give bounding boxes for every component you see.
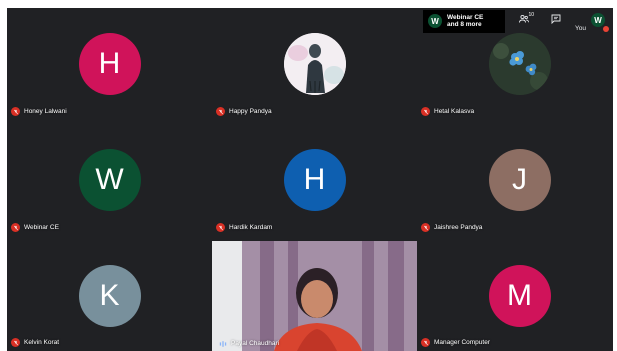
participant-name: Manager Computer [434, 339, 490, 346]
mic-off-icon [421, 107, 430, 116]
nameplate: Webinar CE [11, 223, 59, 232]
participant-tile[interactable]: H Honey Lalwani [7, 8, 212, 120]
avatar-photo [283, 33, 346, 95]
participant-name: Hetal Kalasva [434, 108, 475, 115]
mic-off-icon [216, 223, 225, 232]
participant-video-tile[interactable]: Payal Chaudhari [212, 241, 417, 351]
nameplate: Happy Pandya [216, 107, 272, 116]
participant-tile[interactable]: M Manager Computer [417, 241, 613, 351]
participant-tile[interactable]: W Webinar CE [7, 124, 212, 236]
participant-tile[interactable]: J Jaishree Pandya [417, 124, 613, 236]
nameplate: Kelvin Korat [11, 338, 59, 347]
avatar: M [488, 265, 551, 327]
portrait-drawing-image [283, 33, 346, 95]
avatar: K [78, 265, 141, 327]
mic-off-icon [11, 107, 20, 116]
mic-off-icon [11, 338, 20, 347]
participant-name: Hardik Kardam [229, 224, 273, 231]
mic-off-icon [11, 223, 20, 232]
avatar-photo [488, 33, 551, 95]
participant-tile[interactable]: Happy Pandya [212, 8, 417, 120]
avatar: H [78, 33, 141, 95]
participant-name: Kelvin Korat [24, 339, 60, 346]
avatar: H [283, 149, 346, 211]
nameplate: Payal Chaudhari [218, 339, 279, 348]
participant-name: Honey Lalwani [24, 108, 67, 115]
nameplate: Jaishree Pandya [421, 223, 482, 232]
avatar: J [488, 149, 551, 211]
participant-name: Jaishree Pandya [434, 224, 483, 231]
blue-flowers-image [488, 33, 551, 95]
participant-name: Payal Chaudhari [231, 340, 280, 347]
avatar: W [78, 149, 141, 211]
nameplate: Hardik Kardam [216, 223, 272, 232]
participant-name: Webinar CE [24, 224, 59, 231]
nameplate: Hetal Kalasva [421, 107, 474, 116]
participant-tile[interactable]: K Kelvin Korat [7, 241, 212, 351]
mic-off-icon [421, 338, 430, 347]
participant-tile[interactable]: Hetal Kalasva [417, 8, 613, 120]
participant-name: Happy Pandya [229, 108, 272, 115]
participant-video-frame [212, 241, 417, 351]
nameplate: Manager Computer [421, 338, 490, 347]
nameplate: Honey Lalwani [11, 107, 67, 116]
participant-tile[interactable]: H Hardik Kardam [212, 124, 417, 236]
mic-off-icon [216, 107, 225, 116]
mic-off-icon [421, 223, 430, 232]
speaking-indicator-icon [218, 339, 227, 348]
meeting-stage: W Webinar CE and 8 more 10 You W H Honey… [7, 8, 613, 351]
